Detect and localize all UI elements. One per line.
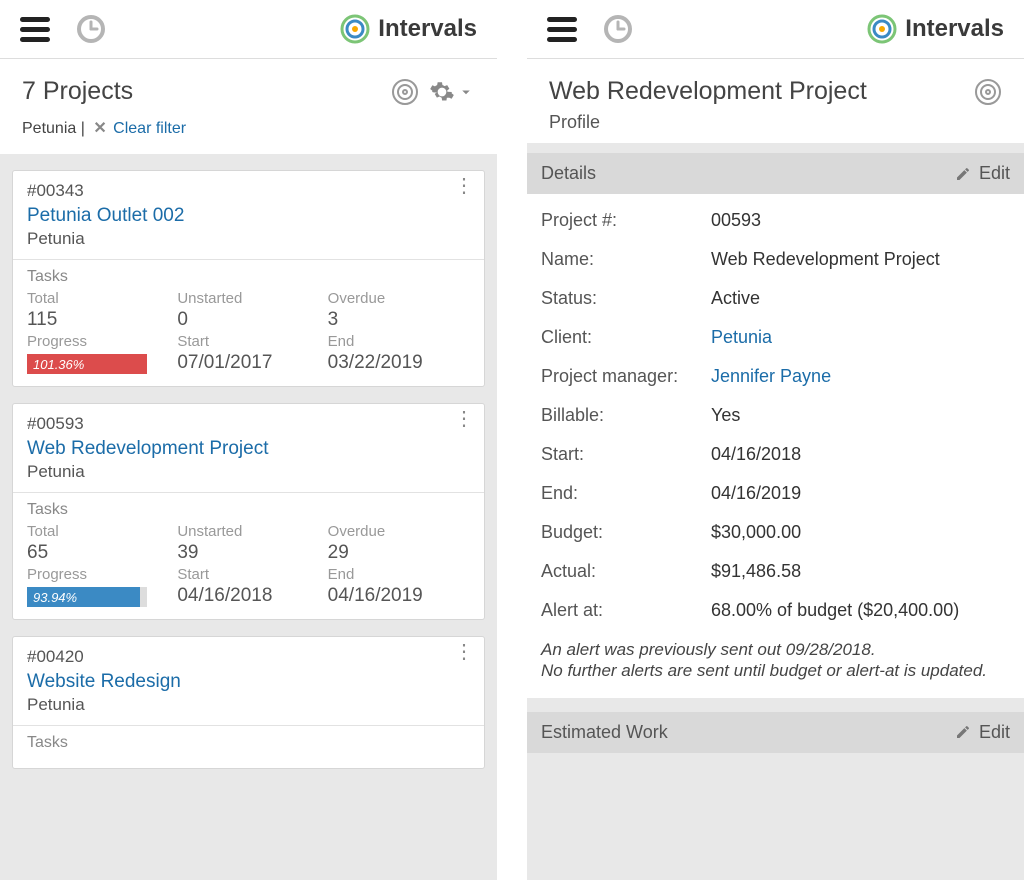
- detail-name: Web Redevelopment Project: [711, 249, 1010, 270]
- project-id: #00593: [27, 414, 470, 434]
- detail-billable: Yes: [711, 405, 1010, 426]
- detail-end: 04/16/2019: [711, 483, 1010, 504]
- brand-logo-icon: [340, 14, 370, 44]
- menu-icon[interactable]: [20, 17, 50, 42]
- detail-subtitle: Profile: [549, 112, 1002, 133]
- detail-alert: 68.00% of budget ($20,400.00): [711, 600, 1010, 621]
- brand-logo-icon: [867, 14, 897, 44]
- project-client: Petunia: [27, 462, 470, 482]
- brand: Intervals: [340, 14, 477, 44]
- tasks-label: Tasks: [27, 734, 470, 752]
- target-icon[interactable]: [391, 78, 419, 106]
- section-details-bar: Details Edit: [527, 153, 1024, 194]
- chevron-down-icon: [457, 83, 475, 101]
- tasks-label: Tasks: [27, 268, 470, 286]
- tasks-label: Tasks: [27, 501, 470, 519]
- section-details-label: Details: [541, 163, 596, 184]
- project-card: ⋮ #00343 Petunia Outlet 002 Petunia Task…: [12, 170, 485, 387]
- project-client: Petunia: [27, 229, 470, 249]
- list-header: 7 Projects: [0, 59, 497, 116]
- progress-bar: 93.94%: [27, 585, 169, 607]
- detail-pm-link[interactable]: Jennifer Payne: [711, 366, 1010, 387]
- unstarted-value: 39: [177, 542, 319, 564]
- details-panel: Project #:00593 Name:Web Redevelopment P…: [527, 194, 1024, 698]
- filter-row: Petunia | ✕ Clear filter: [0, 116, 497, 154]
- brand: Intervals: [867, 14, 1004, 44]
- card-menu-icon[interactable]: ⋮: [454, 414, 474, 424]
- edit-estimated-button[interactable]: Edit: [955, 722, 1010, 743]
- section-estimated-bar: Estimated Work Edit: [527, 712, 1024, 753]
- alert-note: An alert was previously sent out 09/28/2…: [541, 639, 1010, 682]
- project-name-link[interactable]: Website Redesign: [27, 671, 470, 693]
- detail-body: Details Edit Project #:00593 Name:Web Re…: [527, 143, 1024, 880]
- detail-start: 04/16/2018: [711, 444, 1010, 465]
- detail-actual: $91,486.58: [711, 561, 1010, 582]
- start-value: 04/16/2018: [177, 585, 319, 607]
- pencil-icon: [955, 724, 971, 740]
- detail-header: Web Redevelopment Project Profile: [527, 59, 1024, 143]
- total-value: 65: [27, 542, 169, 564]
- clear-filter-link[interactable]: Clear filter: [113, 120, 186, 137]
- page-title: 7 Projects: [22, 77, 133, 106]
- clock-icon[interactable]: [76, 14, 106, 44]
- unstarted-value: 0: [177, 309, 319, 331]
- overdue-value: 3: [328, 309, 470, 331]
- gear-icon: [429, 79, 455, 105]
- target-icon[interactable]: [974, 78, 1002, 106]
- detail-project-no: 00593: [711, 210, 1010, 231]
- projects-list-pane: Intervals 7 Projects Petunia | ✕ Clear f…: [0, 0, 497, 880]
- detail-client-link[interactable]: Petunia: [711, 327, 1010, 348]
- project-client: Petunia: [27, 695, 470, 715]
- detail-status: Active: [711, 288, 1010, 309]
- project-id: #00343: [27, 181, 470, 201]
- detail-title: Web Redevelopment Project: [549, 77, 867, 106]
- project-detail-pane: Intervals Web Redevelopment Project Prof…: [527, 0, 1024, 880]
- topbar-left: Intervals: [0, 0, 497, 59]
- edit-details-button[interactable]: Edit: [955, 163, 1010, 184]
- settings-dropdown[interactable]: [429, 79, 475, 105]
- end-value: 04/16/2019: [328, 585, 470, 607]
- project-name-link[interactable]: Web Redevelopment Project: [27, 438, 470, 460]
- topbar-right: Intervals: [527, 0, 1024, 59]
- project-id: #00420: [27, 647, 470, 667]
- end-value: 03/22/2019: [328, 352, 470, 374]
- brand-text: Intervals: [378, 15, 477, 43]
- project-list: ⋮ #00343 Petunia Outlet 002 Petunia Task…: [0, 154, 497, 880]
- menu-icon[interactable]: [547, 17, 577, 42]
- card-menu-icon[interactable]: ⋮: [454, 181, 474, 191]
- pencil-icon: [955, 166, 971, 182]
- clear-filter-x-icon[interactable]: ✕: [93, 120, 106, 137]
- project-name-link[interactable]: Petunia Outlet 002: [27, 205, 470, 227]
- detail-budget: $30,000.00: [711, 522, 1010, 543]
- project-card: ⋮ #00593 Web Redevelopment Project Petun…: [12, 403, 485, 620]
- start-value: 07/01/2017: [177, 352, 319, 374]
- progress-bar: 101.36%: [27, 352, 169, 374]
- project-card: ⋮ #00420 Website Redesign Petunia Tasks: [12, 636, 485, 769]
- overdue-value: 29: [328, 542, 470, 564]
- section-estimated-label: Estimated Work: [541, 722, 668, 743]
- brand-text: Intervals: [905, 15, 1004, 43]
- filter-name: Petunia: [22, 120, 76, 137]
- clock-icon[interactable]: [603, 14, 633, 44]
- total-value: 115: [27, 309, 169, 331]
- card-menu-icon[interactable]: ⋮: [454, 647, 474, 657]
